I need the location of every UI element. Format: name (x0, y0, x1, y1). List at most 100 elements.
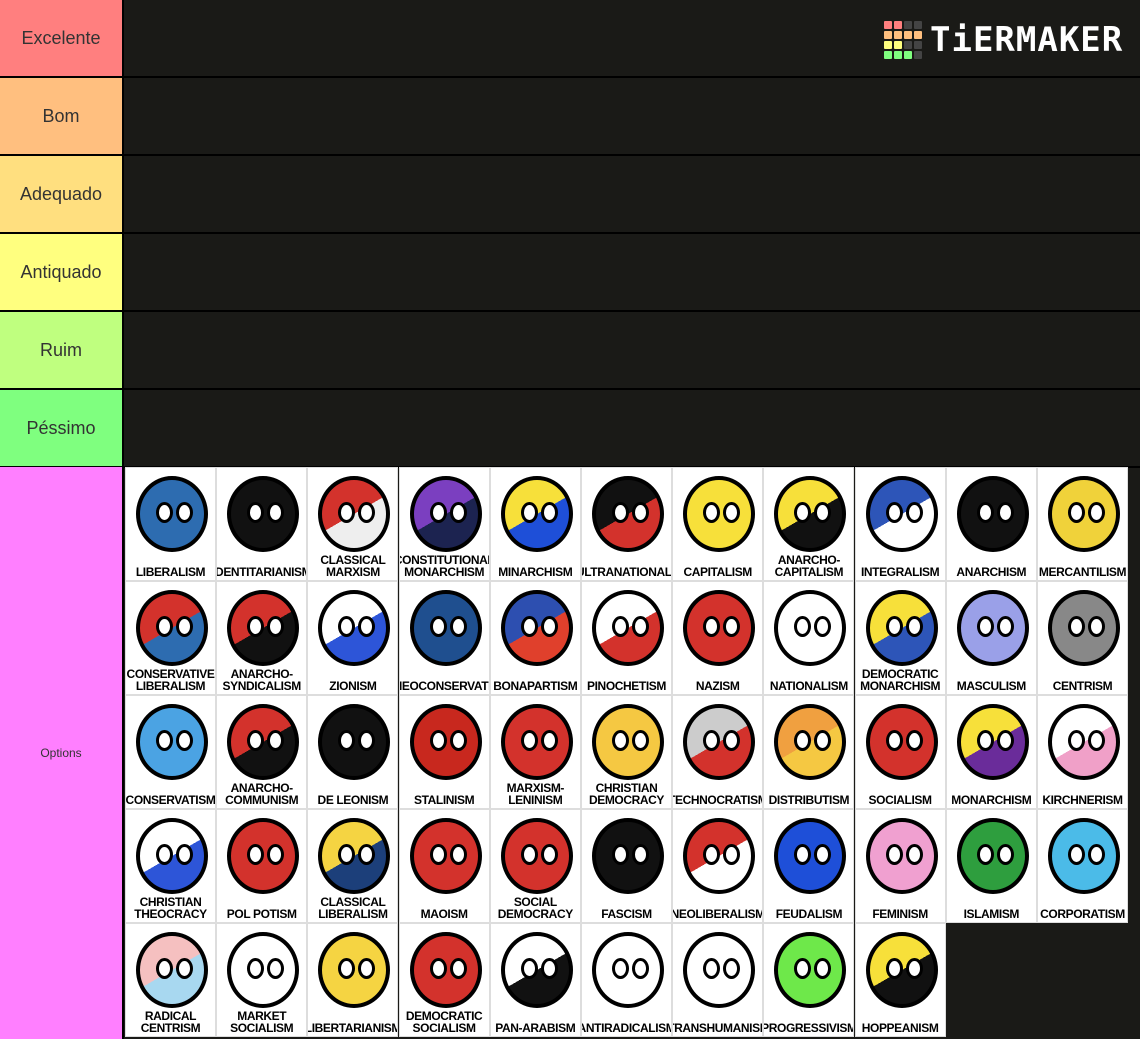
countryball-icon (1048, 590, 1120, 666)
tier-drop-zone[interactable] (124, 234, 1140, 310)
item-label: Pol Potism (226, 907, 297, 921)
tier-item[interactable]: Transhumanism (672, 923, 764, 1037)
tier-item[interactable]: Constitutional Monarchism (398, 467, 490, 581)
tier-item[interactable]: Mercantilism (1037, 467, 1128, 581)
tier-item[interactable]: Pan-Arabism (489, 923, 581, 1037)
tier-item[interactable]: Progressivism (763, 923, 855, 1037)
tier-label[interactable]: Adequado (0, 156, 124, 232)
tier-item[interactable]: Social Democracy (489, 809, 581, 923)
tier-item[interactable]: Stalinism (398, 695, 490, 809)
logo-text: TiERMAKER (930, 20, 1124, 60)
tier-item[interactable]: Antiradicalism (581, 923, 672, 1037)
tier-item[interactable]: Feudalism (763, 809, 855, 923)
tier-item[interactable]: Technocratism (672, 695, 764, 809)
tier-item[interactable]: Anarcho- Syndicalism (216, 581, 308, 695)
tier-item[interactable]: Masculism (945, 581, 1037, 695)
tier-drop-zone[interactable] (124, 312, 1140, 388)
item-label: Monarchism (951, 793, 1032, 807)
item-label: Zionism (329, 679, 377, 693)
item-label: Nazism (695, 679, 740, 693)
item-label: Social Democracy (497, 895, 573, 921)
tier-item[interactable]: Capitalism (672, 467, 764, 581)
item-label: Neoconservatism (398, 679, 489, 693)
item-label: Kirchnerism (1042, 793, 1123, 807)
tier-item[interactable]: Maoism (398, 809, 490, 923)
tier-item[interactable]: Democratic Socialism (398, 923, 490, 1037)
tier-item[interactable]: Christian Democracy (581, 695, 672, 809)
tier-row-ruim[interactable]: Ruim (0, 312, 1140, 390)
tier-item[interactable]: Centrism (1037, 581, 1128, 695)
tier-item[interactable]: Anarcho- Communism (216, 695, 308, 809)
tier-item[interactable]: Conservatism (125, 695, 216, 809)
tier-item[interactable]: Ultranationalism (581, 467, 672, 581)
item-label: Progressivism (763, 1021, 855, 1035)
tier-item[interactable]: Libertarianism (307, 923, 399, 1037)
tier-item[interactable]: Fascism (581, 809, 672, 923)
tier-item[interactable]: Anarchism (945, 467, 1037, 581)
tier-item[interactable]: Corporatism (1037, 809, 1128, 923)
tier-drop-zone[interactable] (124, 78, 1140, 154)
tier-item[interactable]: Conservative Liberalism (125, 581, 216, 695)
tier-item[interactable]: Integralism (854, 467, 946, 581)
tier-row-bom[interactable]: Bom (0, 78, 1140, 156)
item-label: Distributism (768, 793, 850, 807)
tier-label[interactable]: Antiquado (0, 234, 124, 310)
tier-item[interactable]: Democratic Monarchism (854, 581, 946, 695)
tier-label[interactable]: Excelente (0, 0, 124, 76)
countryball-icon (227, 932, 300, 1008)
tier-item[interactable]: Distributism (763, 695, 855, 809)
tier-label[interactable]: Péssimo (0, 390, 124, 466)
countryball-icon (865, 590, 938, 666)
tier-item[interactable]: Marxism- Leninism (489, 695, 581, 809)
item-label: Neoliberalism (672, 907, 764, 921)
countryball-icon (956, 476, 1029, 552)
tier-item[interactable]: Christian Theocracy (125, 809, 216, 923)
countryball-icon (592, 818, 664, 894)
countryball-icon (409, 476, 482, 552)
item-label: Islamism (963, 907, 1020, 921)
item-label: Minarchism (498, 565, 573, 579)
tier-item[interactable]: Monarchism (945, 695, 1037, 809)
tier-item[interactable]: Feminism (854, 809, 946, 923)
countryball-icon (592, 476, 664, 552)
item-label: Socialism (868, 793, 932, 807)
countryball-icon (1048, 818, 1120, 894)
options-items: Liberalism Identitarianism Classical Marxi… (124, 467, 1140, 1039)
tier-item[interactable]: Market Socialism (216, 923, 308, 1037)
tier-item[interactable]: Liberalism (125, 467, 216, 581)
tier-item[interactable]: Neoconservatism (398, 581, 490, 695)
tier-item[interactable]: Neoliberalism (672, 809, 764, 923)
tier-item[interactable]: Pinochetism (581, 581, 672, 695)
tier-drop-zone[interactable] (124, 390, 1140, 466)
tier-item[interactable]: Nazism (672, 581, 764, 695)
tier-item[interactable]: Pol Potism (216, 809, 308, 923)
tier-item[interactable]: Hoppeanism (854, 923, 946, 1037)
item-label: Christian Democracy (588, 781, 665, 807)
options-label: Options (0, 467, 124, 1039)
tier-item[interactable]: Nationalism (763, 581, 855, 695)
tier-item[interactable]: Zionism (307, 581, 399, 695)
tier-row-péssimo[interactable]: Péssimo (0, 390, 1140, 468)
tier-item[interactable]: Minarchism (489, 467, 581, 581)
tier-label[interactable]: Ruim (0, 312, 124, 388)
tier-item[interactable]: Identitarianism (216, 467, 308, 581)
tier-item[interactable]: Bonapartism (489, 581, 581, 695)
tier-item[interactable]: Classical Marxism (307, 467, 399, 581)
tier-item[interactable]: Radical Centrism (125, 923, 216, 1037)
tier-item[interactable]: Anarcho- Capitalism (763, 467, 855, 581)
tier-item[interactable]: De Leonism (307, 695, 399, 809)
countryball-icon (1048, 476, 1120, 552)
tier-item[interactable]: Kirchnerism (1037, 695, 1128, 809)
tier-drop-zone[interactable] (124, 156, 1140, 232)
tier-item[interactable]: Classical Liberalism (307, 809, 399, 923)
tier-label[interactable]: Bom (0, 78, 124, 154)
tier-item[interactable]: Islamism (945, 809, 1037, 923)
tier-row-antiquado[interactable]: Antiquado (0, 234, 1140, 312)
tier-item[interactable]: Socialism (854, 695, 946, 809)
item-label: Market Socialism (230, 1009, 294, 1035)
countryball-icon (683, 476, 756, 552)
countryball-icon (318, 818, 391, 894)
item-label: Identitarianism (216, 565, 308, 579)
item-label: Stalinism (414, 793, 475, 807)
tier-row-adequado[interactable]: Adequado (0, 156, 1140, 234)
